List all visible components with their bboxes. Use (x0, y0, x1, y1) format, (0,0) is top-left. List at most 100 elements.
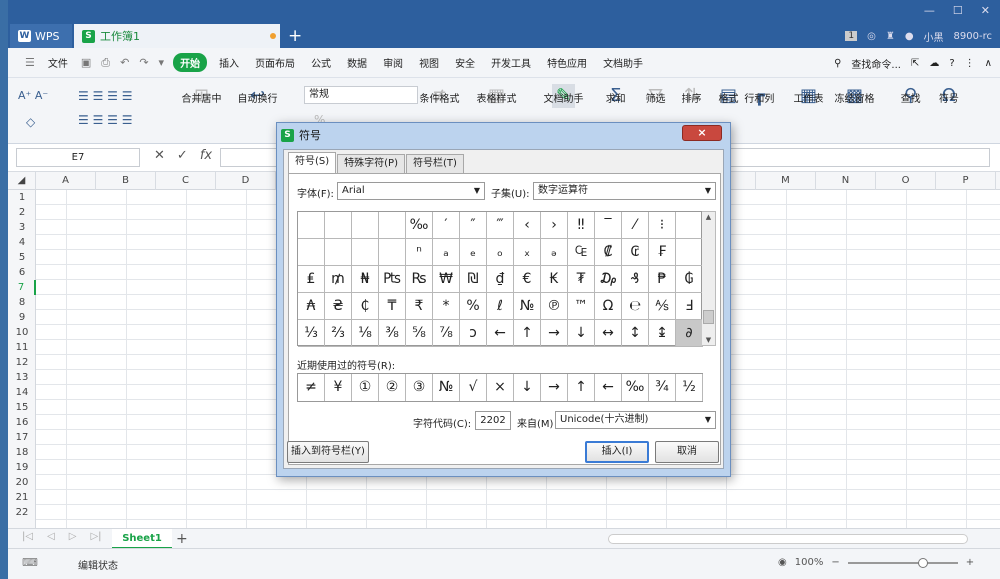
share-icon[interactable]: ⇱ (911, 58, 919, 69)
row-header[interactable]: 16 (8, 415, 36, 430)
symbol-cell[interactable]: ₓ (514, 239, 541, 266)
symbol-cell[interactable]: * (433, 293, 460, 320)
menu-features[interactable]: 特色应用 (539, 55, 595, 70)
menu-page-layout[interactable]: 页面布局 (247, 55, 303, 70)
symbol-cell[interactable]: ₸ (379, 293, 406, 320)
symbol-cell[interactable]: ⅍ (649, 293, 676, 320)
symbol-cell[interactable] (379, 212, 406, 239)
symbol-cell[interactable]: ₦ (352, 266, 379, 293)
symbol-cell[interactable]: ↔ (595, 320, 622, 347)
row-header[interactable]: 2 (8, 205, 36, 220)
char-code-input[interactable]: 2202 (475, 411, 511, 430)
row-header[interactable]: 11 (8, 340, 36, 355)
column-header[interactable]: D (216, 172, 276, 190)
recent-symbol-cell[interactable]: → (541, 374, 568, 401)
symbol-cell[interactable]: ‹ (514, 212, 541, 239)
prev-sheet-icon[interactable]: ◁ (47, 531, 55, 542)
zoom-out-icon[interactable]: − (831, 557, 839, 568)
table-style-button[interactable]: ▦ 表格样式 (477, 84, 517, 108)
symbol-cell[interactable] (676, 212, 703, 239)
close-icon[interactable]: ✕ (981, 4, 990, 17)
symbol-cell[interactable] (352, 212, 379, 239)
symbol-cell[interactable]: ⅝ (406, 320, 433, 347)
tab-workbook[interactable]: S 工作簿1 (74, 24, 280, 48)
symbol-cell[interactable]: ↨ (649, 320, 676, 347)
menu-icon[interactable]: ☰ (20, 56, 40, 69)
first-sheet-icon[interactable]: |◁ (22, 531, 33, 542)
save-icon[interactable]: ▣ (76, 56, 96, 69)
symbol-cell[interactable] (379, 239, 406, 266)
symbol-cell[interactable]: ₹ (406, 293, 433, 320)
new-tab-button[interactable]: + (288, 24, 302, 48)
maximize-icon[interactable]: ☐ (953, 4, 963, 17)
symbol-cell[interactable]: ₐ (433, 239, 460, 266)
column-header[interactable]: A (36, 172, 96, 190)
merge-center-button[interactable]: ⊞ 合并居中 (182, 84, 222, 108)
recent-symbol-cell[interactable]: √ (460, 374, 487, 401)
recent-symbol-cell[interactable]: ③ (406, 374, 433, 401)
row-header[interactable]: 19 (8, 460, 36, 475)
cloud-icon[interactable]: ☁ (929, 58, 939, 69)
tab-wps[interactable]: W WPS (10, 24, 72, 48)
symbol-cell[interactable]: ↑ (514, 320, 541, 347)
symbol-cell[interactable]: ₠ (568, 239, 595, 266)
symbol-button[interactable]: Ω 符号 (939, 84, 959, 108)
symbol-cell[interactable]: ₪ (460, 266, 487, 293)
name-box[interactable]: E7 (16, 148, 140, 167)
symbol-cell[interactable]: ™ (568, 293, 595, 320)
symbol-cell[interactable]: ‼ (568, 212, 595, 239)
recent-symbol-cell[interactable]: ≠ (298, 374, 325, 401)
sheet-tab-sheet1[interactable]: Sheet1 (112, 529, 172, 549)
row-header[interactable]: 9 (8, 310, 36, 325)
symbol-cell[interactable]: ← (487, 320, 514, 347)
row-header[interactable]: 10 (8, 325, 36, 340)
symbol-cell[interactable]: Ω (595, 293, 622, 320)
row-header-active[interactable]: 7 (8, 280, 36, 295)
row-header[interactable]: 6 (8, 265, 36, 280)
zoom-value[interactable]: 100% (795, 557, 824, 568)
symbol-cell[interactable]: ₧ (379, 266, 406, 293)
insert-to-bar-button[interactable]: 插入到符号栏(Y) (287, 441, 369, 463)
column-header[interactable]: O (876, 172, 936, 190)
insert-button[interactable]: 插入(I) (585, 441, 649, 463)
select-all-corner[interactable]: ◢ (8, 172, 36, 190)
font-size-buttons[interactable]: A⁺ A⁻ (18, 84, 48, 108)
wrap-text-button[interactable]: ↩ 自动换行 (238, 84, 278, 108)
symbol-cell[interactable]: ⅔ (325, 320, 352, 347)
row-header[interactable]: 21 (8, 490, 36, 505)
from-select[interactable]: Unicode(十六进制) ▼ (555, 411, 716, 429)
menu-insert[interactable]: 插入 (211, 55, 247, 70)
symbol-cell[interactable]: ₮ (568, 266, 595, 293)
symbol-cell[interactable]: Ⅎ (676, 293, 703, 320)
symbol-cell[interactable]: → (541, 320, 568, 347)
user-name[interactable]: 小黑 (924, 29, 944, 44)
row-header[interactable]: 18 (8, 445, 36, 460)
cond-format-button[interactable]: ≢ 条件格式 (420, 84, 460, 108)
symbol-cell[interactable]: ₩ (433, 266, 460, 293)
row-header[interactable]: 17 (8, 430, 36, 445)
symbol-cell[interactable]: ⁝ (649, 212, 676, 239)
symbol-cell[interactable] (325, 239, 352, 266)
symbol-cell[interactable]: № (514, 293, 541, 320)
recent-symbol-cell[interactable]: ← (595, 374, 622, 401)
menu-view[interactable]: 视图 (411, 55, 447, 70)
symbol-cell[interactable]: ∂ (676, 320, 703, 347)
column-header[interactable]: M (756, 172, 816, 190)
zoom-in-icon[interactable]: + (966, 557, 974, 568)
undo-icon[interactable]: ↶ (115, 56, 134, 69)
sort-button[interactable]: ⇅ 排序 (682, 84, 702, 108)
cancel-button[interactable]: 取消 (655, 441, 719, 463)
symbol-cell[interactable]: ₱ (649, 266, 676, 293)
more-icon[interactable]: ⋮ (965, 58, 975, 69)
symbol-cell[interactable]: ′ (433, 212, 460, 239)
row-header[interactable]: 8 (8, 295, 36, 310)
symbol-cell[interactable]: ↕ (622, 320, 649, 347)
symbol-cell[interactable]: ₡ (595, 239, 622, 266)
subset-select[interactable]: 数字运算符 ▼ (533, 182, 716, 200)
last-sheet-icon[interactable]: ▷| (90, 531, 101, 542)
symbol-cell[interactable]: ‾ (595, 212, 622, 239)
symbol-cell[interactable]: ₥ (325, 266, 352, 293)
search-icon[interactable]: ⚲ (834, 58, 841, 69)
recent-symbol-cell[interactable]: ½ (676, 374, 703, 401)
font-select[interactable]: Arial ▼ (337, 182, 485, 200)
